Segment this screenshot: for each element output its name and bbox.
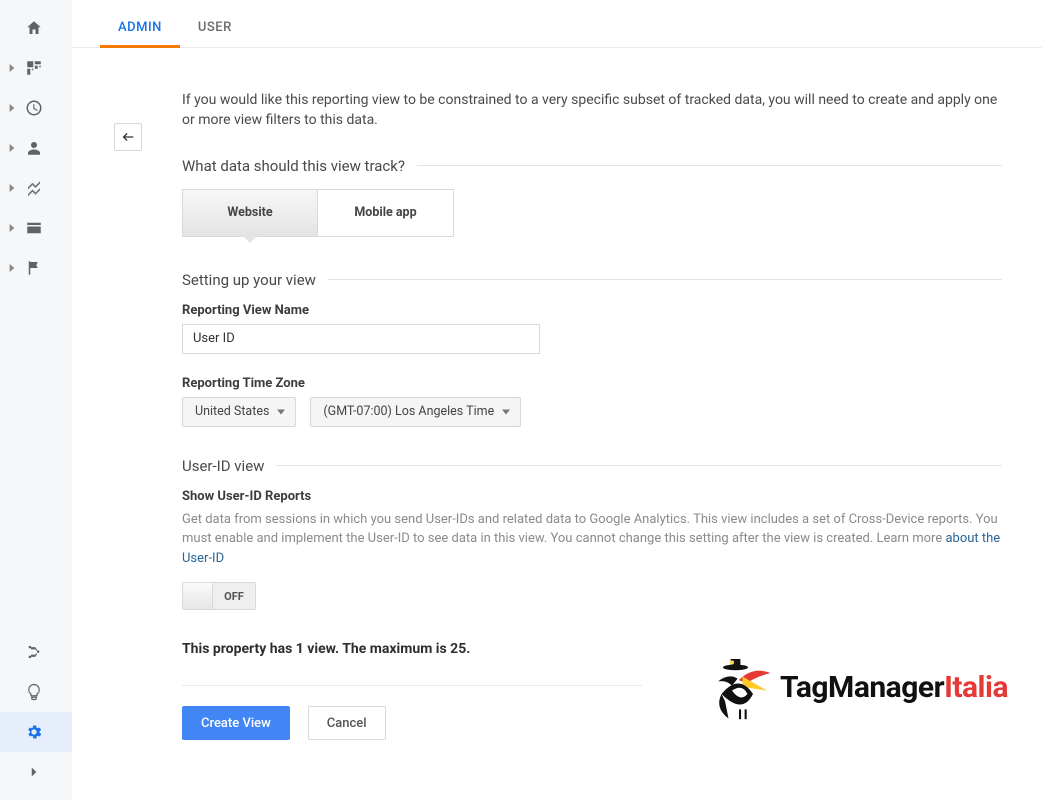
toggle-userid[interactable]: OFF	[182, 582, 256, 610]
dropdown-tz-country[interactable]: United States	[182, 397, 296, 427]
caret-right-icon	[8, 264, 16, 272]
back-button[interactable]	[114, 123, 142, 151]
flag-icon	[22, 256, 46, 280]
section-title-userid: User-ID view	[182, 457, 1002, 475]
nav-discover[interactable]	[0, 672, 72, 712]
back-arrow-icon	[120, 129, 136, 145]
tab-admin[interactable]: ADMIN	[100, 20, 180, 47]
label-view-name: Reporting View Name	[182, 303, 1002, 318]
toggle-knob	[183, 583, 213, 609]
property-view-count: This property has 1 view. The maximum is…	[182, 641, 1002, 657]
label-show-userid: Show User-ID Reports	[182, 489, 1002, 504]
top-tab-bar: ADMIN USER	[72, 0, 1042, 48]
platform-website[interactable]: Website	[182, 189, 318, 237]
brand-text-accent: Italia	[944, 670, 1008, 705]
clock-icon	[22, 96, 46, 120]
intro-text: If you would like this reporting view to…	[182, 90, 1002, 131]
gear-icon	[22, 720, 46, 744]
caret-right-icon	[8, 184, 16, 192]
input-view-name[interactable]	[182, 324, 540, 354]
section-title-track: What data should this view track?	[182, 157, 1002, 175]
label-time-zone: Reporting Time Zone	[182, 376, 1002, 391]
dashboard-icon	[22, 56, 46, 80]
nav-audience[interactable]	[0, 128, 72, 168]
create-view-button[interactable]: Create View	[182, 706, 290, 740]
platform-segmented: Website Mobile app	[182, 189, 1002, 237]
tab-user[interactable]: USER	[180, 20, 250, 47]
caret-right-icon	[8, 64, 16, 72]
main-panel: If you would like this reporting view to…	[72, 0, 1042, 800]
left-nav-rail	[0, 0, 72, 800]
nav-customization[interactable]	[0, 48, 72, 88]
nav-conversions[interactable]	[0, 248, 72, 288]
nav-home[interactable]	[0, 8, 72, 48]
userid-description: Get data from sessions in which you send…	[182, 510, 1002, 569]
attribution-icon	[22, 640, 46, 664]
platform-mobile[interactable]: Mobile app	[318, 189, 454, 237]
section-title-setup: Setting up your view	[182, 271, 1002, 289]
nav-realtime[interactable]	[0, 88, 72, 128]
caret-right-icon	[8, 224, 16, 232]
brand-text-main: TagManager	[780, 670, 944, 705]
toggle-state-label: OFF	[213, 583, 255, 609]
divider	[182, 685, 642, 686]
nav-admin[interactable]	[0, 712, 72, 752]
nav-attribution[interactable]	[0, 632, 72, 672]
acquisition-icon	[22, 176, 46, 200]
userid-description-text: Get data from sessions in which you send…	[182, 512, 998, 547]
lightbulb-icon	[22, 680, 46, 704]
nav-acquisition[interactable]	[0, 168, 72, 208]
dropdown-tz-offset[interactable]: (GMT-07:00) Los Angeles Time	[310, 397, 521, 427]
chevron-right-icon	[22, 760, 46, 784]
home-icon	[22, 16, 46, 40]
caret-right-icon	[8, 104, 16, 112]
person-icon	[22, 136, 46, 160]
behavior-icon	[22, 216, 46, 240]
nav-collapse[interactable]	[0, 752, 72, 792]
caret-right-icon	[8, 144, 16, 152]
cancel-button[interactable]: Cancel	[308, 706, 386, 740]
nav-behavior[interactable]	[0, 208, 72, 248]
form-actions: Create View Cancel	[182, 706, 1002, 740]
